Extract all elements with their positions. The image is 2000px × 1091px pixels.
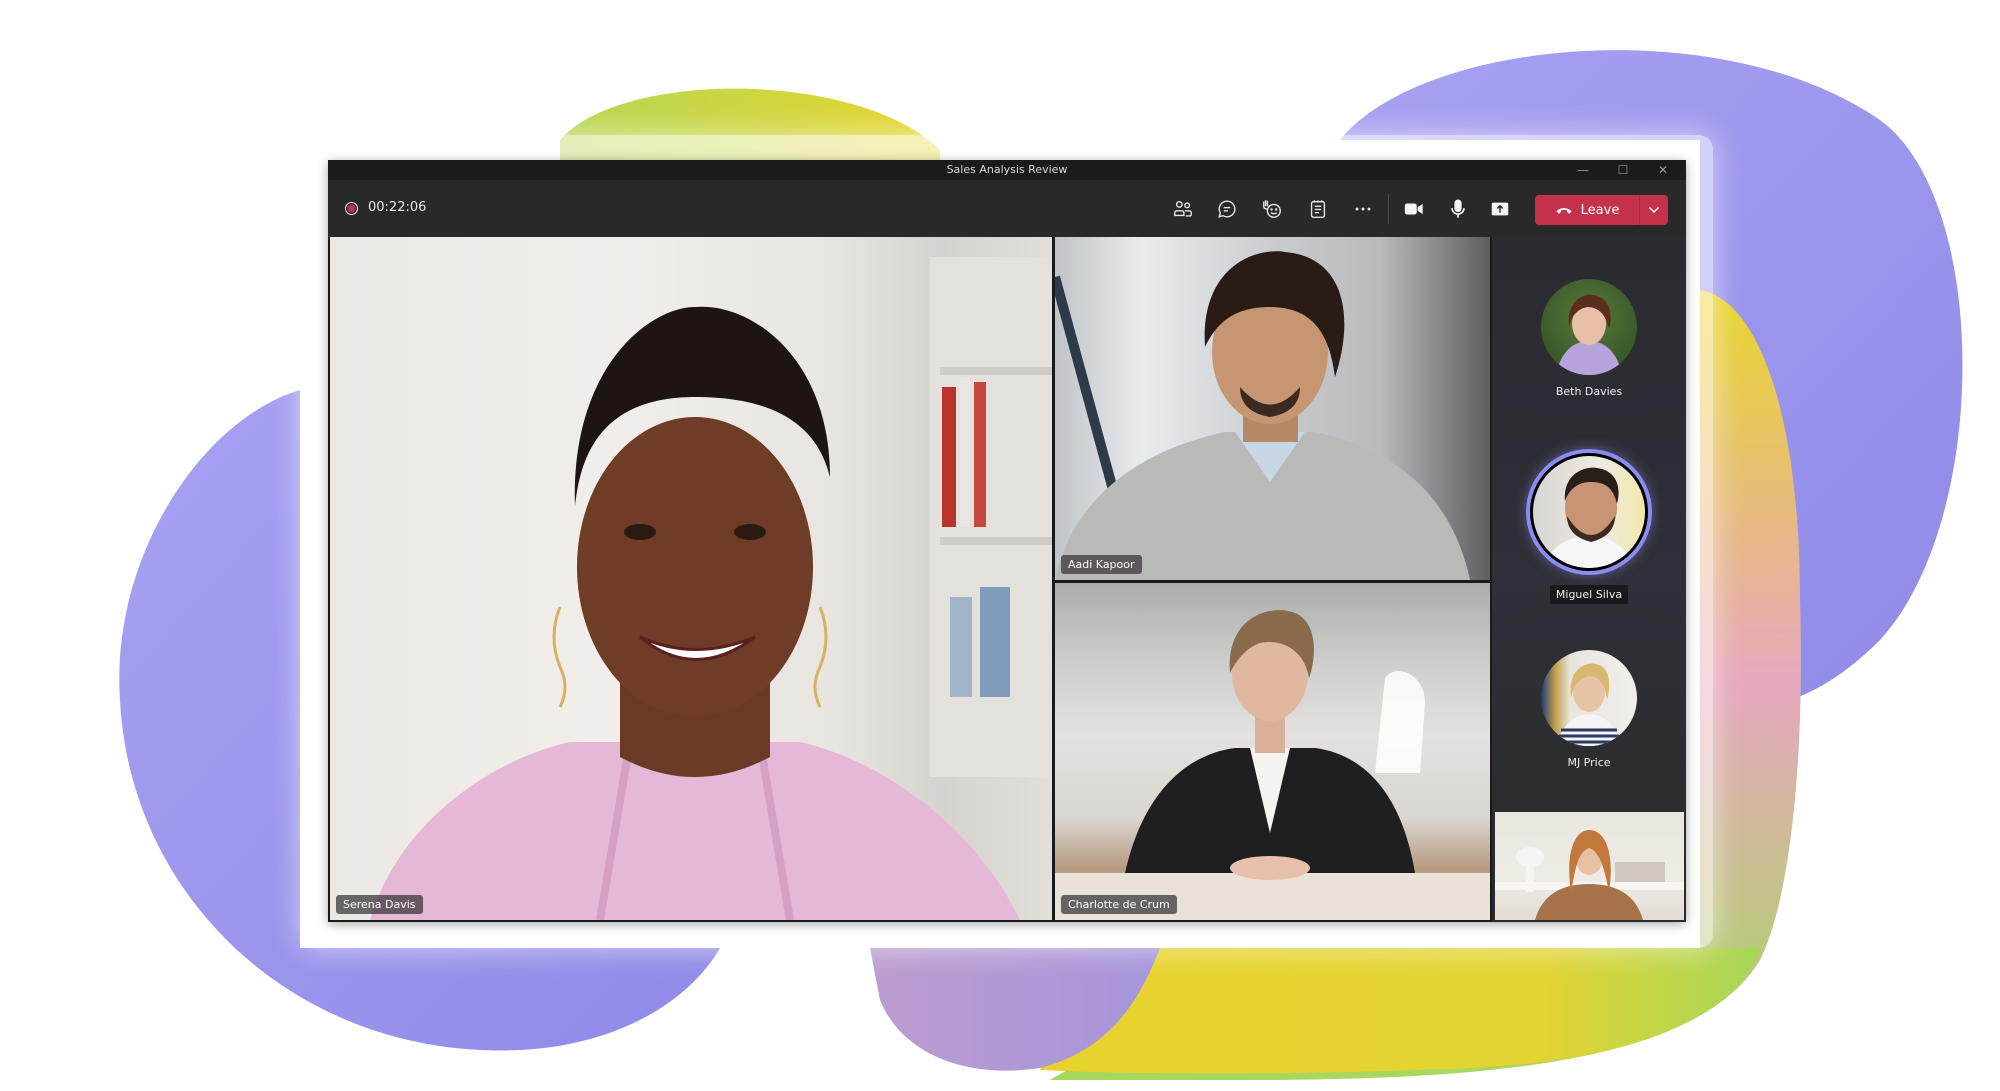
share-screen-icon: [1491, 202, 1509, 216]
camera-button[interactable]: [1399, 194, 1429, 224]
maximize-icon: ☐: [1617, 163, 1629, 177]
chevron-down-icon: [1649, 207, 1659, 213]
window-title: Sales Analysis Review: [946, 163, 1068, 176]
microphone-icon: [1451, 199, 1465, 218]
side-participant-miguel-silva[interactable]: Miguel Silva: [1492, 449, 1686, 604]
avatar-photo-miguel: [1533, 456, 1645, 568]
raise-hand-reaction-icon: [1263, 200, 1281, 218]
video-tile-charlotte-de-crum[interactable]: Charlotte de Crum: [1055, 583, 1490, 920]
close-button[interactable]: ✕: [1643, 161, 1683, 179]
participant-name-tag: Miguel Silva: [1549, 585, 1629, 604]
avatar: [1541, 279, 1637, 375]
meeting-timer: 00:22:06: [368, 200, 427, 215]
participant-video-serena: [370, 257, 1052, 920]
chat-icon: [1218, 200, 1236, 218]
toolbar-divider: [1388, 194, 1389, 224]
leave-button-group: Leave: [1535, 195, 1668, 225]
participant-name-tag: Aadi Kapoor: [1061, 555, 1142, 574]
side-participant-mj-price[interactable]: MJ Price: [1492, 650, 1686, 770]
video-tile-main[interactable]: Serena Davis: [330, 237, 1052, 920]
chat-button[interactable]: [1212, 194, 1242, 224]
more-options-icon: [1355, 207, 1371, 211]
maximize-button[interactable]: ☐: [1603, 161, 1643, 179]
participant-name-tag: Charlotte de Crum: [1061, 895, 1177, 914]
camera-icon: [1404, 203, 1423, 215]
participant-video-charlotte: [1055, 610, 1490, 920]
avatar: [1541, 650, 1637, 746]
self-view-tile[interactable]: [1495, 812, 1684, 920]
minimize-button[interactable]: —: [1563, 161, 1603, 179]
notes-icon: [1310, 200, 1326, 218]
people-button[interactable]: [1168, 194, 1198, 224]
participant-name: Beth Davies: [1555, 385, 1623, 398]
leave-button[interactable]: Leave: [1535, 195, 1639, 225]
microphone-button[interactable]: [1443, 194, 1473, 224]
speaking-avatar: [1526, 449, 1652, 575]
avatar-photo-mj: [1556, 663, 1622, 746]
participant-name: MJ Price: [1567, 756, 1611, 769]
side-participant-beth-davies[interactable]: Beth Davies: [1492, 279, 1686, 399]
close-icon: ✕: [1657, 163, 1669, 177]
share-screen-button[interactable]: [1485, 194, 1515, 224]
video-stage: Serena Davis Aadi Kapoor Charlotte de Cr…: [328, 237, 1686, 922]
leave-options-dropdown[interactable]: [1640, 206, 1668, 214]
hang-up-icon: [1556, 208, 1572, 214]
self-view-video: [1495, 830, 1684, 920]
notes-button[interactable]: [1303, 194, 1333, 224]
title-bar: Sales Analysis Review — ☐ ✕: [328, 160, 1686, 180]
participant-side-panel: Beth Davies Miguel Silva MJ Price: [1492, 237, 1686, 922]
people-icon: [1174, 200, 1192, 217]
more-options-button[interactable]: [1348, 194, 1378, 224]
reactions-button[interactable]: [1257, 194, 1287, 224]
participant-name-tag: Serena Davis: [336, 895, 423, 914]
participant-video-aadi: [1055, 251, 1470, 580]
teams-meeting-window: Sales Analysis Review — ☐ ✕ 00:22:06 Lea…: [328, 160, 1686, 922]
video-tile-aadi-kapoor[interactable]: Aadi Kapoor: [1055, 237, 1490, 580]
meeting-toolbar: 00:22:06 Leave: [328, 180, 1686, 237]
record-icon: [345, 202, 358, 215]
leave-label: Leave: [1580, 202, 1620, 218]
avatar-photo-beth: [1556, 294, 1622, 375]
minimize-icon: —: [1577, 163, 1589, 177]
